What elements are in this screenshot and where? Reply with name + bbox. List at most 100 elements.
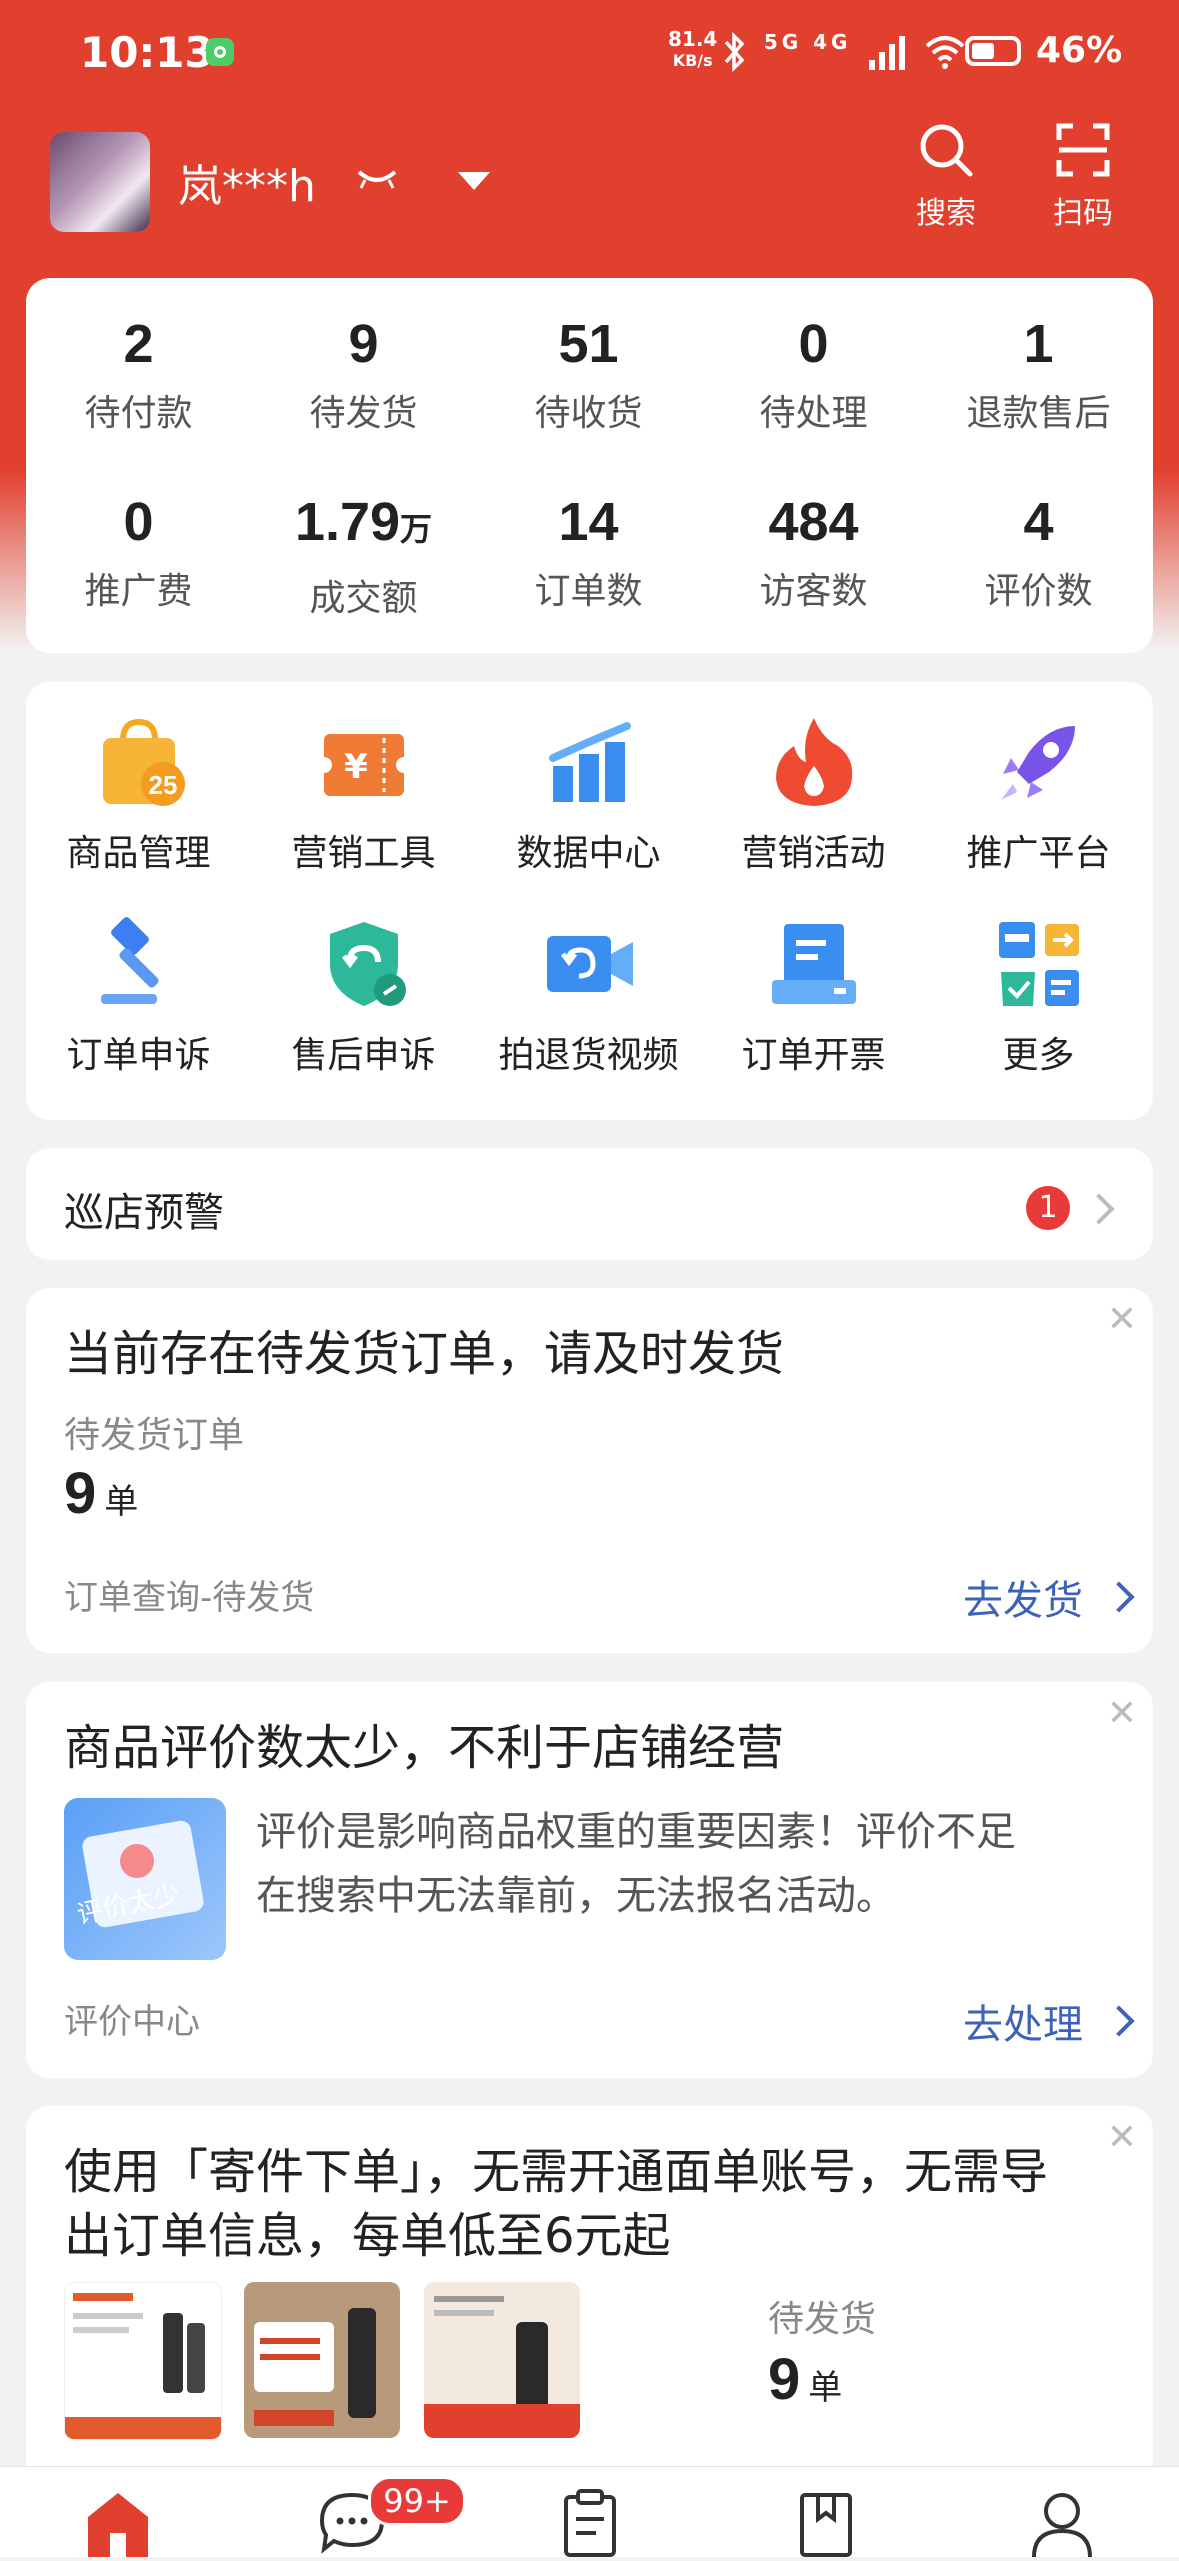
- review-text-line1: 评价是影响商品权重的重要因素！评价不足: [256, 1809, 1016, 1855]
- wifi-icon: [925, 35, 965, 69]
- stat-label: 访客数: [759, 571, 868, 612]
- signal-icons: 5G 4G: [722, 30, 967, 72]
- stat-label: 退款售后: [966, 393, 1111, 434]
- home-icon: [88, 2493, 148, 2557]
- shipping-promo-card[interactable]: ✕ 使用「寄件下单」，无需开通面单账号，无需导 出订单信息，每单低至6元起 待发…: [26, 2106, 1153, 2486]
- rocket-icon: [1000, 726, 1075, 800]
- shopping-bag-icon: 25: [102, 718, 185, 806]
- stat-gmv[interactable]: 1.79万 成交额: [251, 490, 476, 621]
- stat-visitors[interactable]: 484 访客数: [701, 490, 926, 614]
- tool-data-center[interactable]: 数据中心: [476, 712, 701, 876]
- svg-text:¥: ¥: [344, 747, 368, 787]
- stat-value: 0: [798, 314, 829, 374]
- stat-unit: 万: [400, 511, 433, 547]
- account-switch-caret-icon[interactable]: [458, 172, 490, 190]
- tool-more[interactable]: 更多: [926, 914, 1151, 1078]
- go-ship-button[interactable]: 去发货: [963, 1568, 1083, 1626]
- card-title: 当前存在待发货订单，请及时发货: [64, 1326, 785, 1382]
- tool-promotion-platform[interactable]: 推广平台: [926, 712, 1151, 876]
- stat-value: 9: [348, 314, 379, 374]
- stat-reviews[interactable]: 4 评价数: [926, 490, 1151, 614]
- stat-value: 14: [558, 492, 619, 552]
- stat-label: 成交额: [309, 578, 418, 619]
- network-speed-unit: KB/s: [672, 51, 713, 70]
- stat-pending-shipment[interactable]: 9 待发货: [251, 312, 476, 436]
- scan-label: 扫码: [1053, 196, 1113, 231]
- status-bar: 10:13 81.4 KB/s 5G 4G 46%: [0, 0, 1179, 110]
- nav-products[interactable]: [786, 2481, 866, 2557]
- promo-pending-value: 9: [768, 2347, 801, 2412]
- product-thumbnail[interactable]: [64, 2282, 222, 2440]
- tool-return-video[interactable]: 拍退货视频: [476, 914, 701, 1078]
- tool-label: 售后申诉: [291, 1035, 436, 1076]
- product-badge-text: 25: [148, 770, 177, 800]
- tools-card: 25 商品管理 ¥ 营销工具 数据中心 营销活动 推广平台 订单申诉 售后申诉 …: [26, 682, 1153, 1120]
- stat-pending-receipt[interactable]: 51 待收货: [476, 312, 701, 436]
- patrol-warning-badge: 1: [1026, 1186, 1070, 1230]
- stat-value: 0: [123, 492, 154, 552]
- close-icon[interactable]: ✕: [1107, 2120, 1137, 2156]
- review-text-line2: 在搜索中无法靠前，无法报名活动。: [256, 1873, 896, 1919]
- product-thumbnail[interactable]: [424, 2282, 580, 2438]
- person-icon: [1032, 2493, 1092, 2558]
- tool-label: 拍退货视频: [498, 1035, 679, 1076]
- stats-card: 2 待付款 9 待发货 51 待收货 0 待处理 1 退款售后 0 推广费 1.…: [26, 278, 1153, 653]
- card-title: 商品评价数太少，不利于店铺经营: [64, 1720, 785, 1776]
- stat-label: 订单数: [534, 571, 643, 612]
- stat-order-count[interactable]: 14 订单数: [476, 490, 701, 614]
- scan-icon: [1056, 123, 1110, 177]
- search-button[interactable]: 搜索: [896, 120, 996, 232]
- low-reviews-card: ✕ 商品评价数太少，不利于店铺经营 评价太少 评价是影响商品权重的重要因素！评价…: [26, 1682, 1153, 2078]
- tool-order-appeal[interactable]: 订单申诉: [26, 914, 251, 1078]
- tool-marketing-activities[interactable]: 营销活动: [701, 712, 926, 876]
- review-center-link[interactable]: 评价中心: [64, 1994, 200, 2043]
- shield-return-icon: [329, 922, 406, 1006]
- stat-value: 484: [768, 492, 859, 552]
- tool-label: 营销活动: [741, 833, 886, 874]
- tool-label: 更多: [1002, 1035, 1075, 1076]
- pending-orders-unit: 单: [104, 1483, 139, 1521]
- battery-icon: [965, 36, 1021, 66]
- tool-label: 营销工具: [291, 833, 436, 874]
- close-icon[interactable]: ✕: [1107, 1302, 1137, 1338]
- tool-order-invoice[interactable]: 订单开票: [701, 914, 926, 1078]
- app-notification-icon: [206, 38, 234, 66]
- stat-promotion-fee[interactable]: 0 推广费: [26, 490, 251, 614]
- stat-refund-aftersale[interactable]: 1 退款售后: [926, 312, 1151, 436]
- order-query-link[interactable]: 订单查询-待发货: [64, 1570, 314, 1619]
- tool-aftersale-appeal[interactable]: 售后申诉: [251, 914, 476, 1078]
- stat-value: 2: [123, 314, 154, 374]
- nav-orders[interactable]: [550, 2481, 630, 2557]
- tool-product-management[interactable]: 25 商品管理: [26, 712, 251, 876]
- nav-home[interactable]: [78, 2481, 158, 2557]
- close-icon[interactable]: ✕: [1107, 1696, 1137, 1732]
- tool-marketing-tools[interactable]: ¥ 营销工具: [251, 712, 476, 876]
- tool-label: 数据中心: [516, 833, 661, 874]
- stat-value: 1: [1023, 314, 1054, 374]
- tool-label: 订单申诉: [66, 1035, 211, 1076]
- tool-label: 商品管理: [66, 833, 211, 874]
- stat-label: 评价数: [984, 571, 1093, 612]
- go-handle-button[interactable]: 去处理: [963, 1992, 1083, 2050]
- shop-avatar[interactable]: [50, 132, 150, 232]
- promo-title-line1: 使用「寄件下单」，无需开通面单账号，无需导: [64, 2144, 1049, 2200]
- patrol-warning-row[interactable]: 巡店预警 1: [26, 1148, 1153, 1260]
- promo-pending-unit: 单: [808, 2369, 843, 2407]
- hide-eye-icon[interactable]: [355, 164, 399, 194]
- tool-label: 订单开票: [741, 1035, 886, 1076]
- shop-name[interactable]: 岚***h: [178, 150, 316, 214]
- stat-to-handle[interactable]: 0 待处理: [701, 312, 926, 436]
- network-type-label: 5G 4G: [763, 30, 852, 54]
- stat-pending-payment[interactable]: 2 待付款: [26, 312, 251, 436]
- promo-pending-count: 9单: [768, 2346, 842, 2413]
- invoice-printer-icon: [771, 924, 856, 1004]
- product-thumbnail[interactable]: [244, 2282, 400, 2438]
- stat-value: 1.79: [294, 492, 401, 552]
- tool-label: 推广平台: [966, 833, 1111, 874]
- coupon-icon: ¥: [315, 734, 412, 796]
- scan-button[interactable]: 扫码: [1033, 120, 1133, 232]
- video-camera-icon: [546, 936, 633, 992]
- messages-badge: 99+: [368, 2476, 466, 2526]
- nav-profile[interactable]: [1022, 2481, 1102, 2558]
- stat-label: 待处理: [759, 393, 868, 434]
